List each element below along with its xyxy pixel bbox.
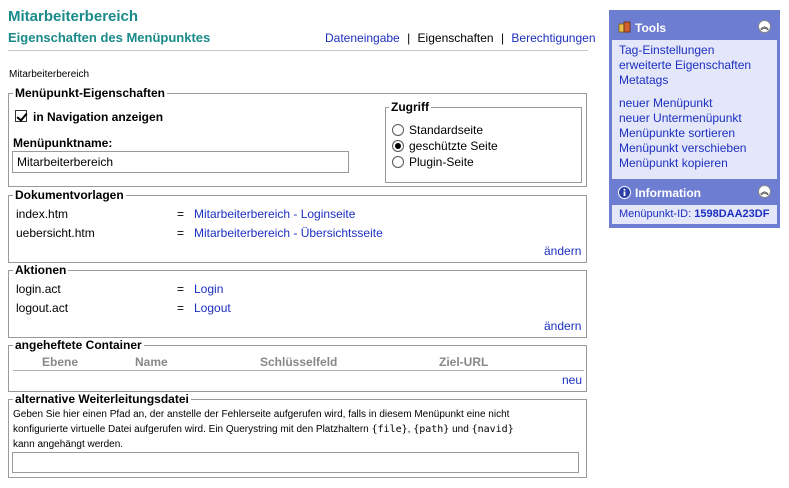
menu-id-label: Menüpunkt-ID: (619, 208, 692, 220)
menu-id-value: 1598DAA23DF (694, 208, 770, 220)
placeholder-navid: {navid} (471, 424, 514, 435)
template-target-link[interactable]: Mitarbeiterbereich - Loginseite (194, 207, 355, 221)
properties-legend: Menüpunkt-Eigenschaften (13, 86, 168, 100)
name-label: Menüpunktname: (13, 136, 113, 150)
actions-edit-link[interactable]: ändern (544, 319, 581, 333)
redirect-input[interactable] (12, 452, 579, 473)
redirect-legend: alternative Weiterleitungsdatei (13, 392, 191, 406)
tool-link[interactable]: neuer Untermenüpunkt (619, 111, 742, 125)
info-panel-header: Information ︽ (612, 180, 777, 205)
nav-separator: | (500, 31, 505, 45)
containers-new-link[interactable]: neu (562, 373, 582, 387)
info-panel: Information ︽ Menüpunkt-ID: 1598DAA23DF (612, 180, 777, 224)
equals-sign: = (177, 226, 185, 240)
tab-dateneingabe[interactable]: Dateneingabe (325, 31, 400, 45)
tool-link[interactable]: Menüpunkt verschieben (619, 141, 746, 155)
equals-sign: = (177, 282, 185, 296)
template-file: uebersicht.htm (16, 226, 95, 240)
action-target-link[interactable]: Logout (194, 301, 231, 315)
nav-separator: | (407, 31, 411, 45)
top-nav: Dateneingabe | Eigenschaften | Berechtig… (325, 31, 596, 45)
redirect-help-line: konfigurierte virtuelle Datei aufgerufen… (13, 424, 514, 435)
redirect-fieldset: alternative Weiterleitungsdatei Geben Si… (8, 392, 587, 478)
properties-fieldset: Menüpunkt-Eigenschaften in Navigation an… (8, 86, 587, 187)
column-header: Ebene (42, 355, 79, 369)
column-header: Schlüsselfeld (260, 355, 338, 369)
equals-sign: = (177, 207, 185, 221)
equals-sign: = (177, 301, 185, 315)
help-text: und (449, 424, 472, 435)
tool-link[interactable]: Metatags (619, 73, 668, 87)
help-text: konfigurierte virtuelle Datei aufgerufen… (13, 424, 372, 435)
radio-standardseite-label: Standardseite (409, 123, 484, 137)
tool-link[interactable]: Tag-Einstellungen (619, 43, 714, 57)
tab-eigenschaften: Eigenschaften (417, 31, 494, 45)
page-title: Mitarbeiterbereich (8, 8, 139, 25)
redirect-help-line: kann angehängt werden. (13, 439, 124, 450)
templates-fieldset: Dokumentvorlagen index.htm = Mitarbeiter… (8, 188, 587, 263)
radio-plugin-seite-label: Plugin-Seite (409, 155, 474, 169)
radio-geschuetzte-seite-label: geschützte Seite (409, 139, 498, 153)
containers-legend: angeheftete Container (13, 338, 144, 352)
tool-link[interactable]: erweiterte Eigenschaften (619, 58, 751, 72)
name-input[interactable]: Mitarbeiterbereich (12, 151, 349, 173)
tools-panel-header: Tools ︽ (612, 15, 777, 40)
column-header: Name (135, 355, 168, 369)
breadcrumb: Mitarbeiterbereich (9, 69, 90, 80)
radio-plugin-seite[interactable] (392, 156, 404, 168)
info-icon (618, 186, 631, 199)
table-divider (13, 370, 584, 371)
containers-fieldset: angeheftete Container Ebene Name Schlüss… (8, 338, 587, 392)
menu-id-row: Menüpunkt-ID: 1598DAA23DF (619, 208, 769, 220)
tool-link[interactable]: Menüpunkte sortieren (619, 126, 735, 140)
action-file: logout.act (16, 301, 69, 315)
actions-legend: Aktionen (13, 263, 69, 277)
access-legend: Zugriff (389, 100, 431, 114)
action-target-link[interactable]: Login (194, 282, 223, 296)
tool-link[interactable]: neuer Menüpunkt (619, 96, 712, 110)
placeholder-path: {path} (413, 424, 450, 435)
tab-berechtigungen[interactable]: Berechtigungen (511, 31, 595, 45)
templates-legend: Dokumentvorlagen (13, 188, 126, 202)
sidebar: Tools ︽ Tag-Einstellungen erweiterte Eig… (609, 10, 780, 228)
column-header: Ziel-URL (439, 355, 489, 369)
header-divider (8, 50, 588, 51)
page-subtitle: Eigenschaften des Menüpunktes (8, 30, 211, 45)
action-file: login.act (16, 282, 61, 296)
info-panel-title: Information (635, 186, 701, 200)
show-in-nav-checkbox[interactable] (15, 110, 27, 122)
collapse-icon[interactable]: ︽ (758, 185, 771, 198)
template-target-link[interactable]: Mitarbeiterbereich - Übersichtsseite (194, 226, 383, 240)
collapse-icon[interactable]: ︽ (758, 20, 771, 33)
placeholder-file: {file} (371, 424, 408, 435)
show-in-nav-label: in Navigation anzeigen (33, 110, 164, 124)
tools-panel: Tools ︽ Tag-Einstellungen erweiterte Eig… (612, 15, 777, 179)
redirect-help-line: Geben Sie hier einen Pfad an, der anstel… (13, 409, 510, 420)
actions-fieldset: Aktionen login.act = Login logout.act = … (8, 263, 587, 338)
access-fieldset: Zugriff Standardseite geschützte Seite P… (385, 100, 582, 183)
template-file: index.htm (16, 207, 69, 221)
radio-standardseite[interactable] (392, 124, 404, 136)
templates-edit-link[interactable]: ändern (544, 244, 581, 258)
tools-icon (618, 21, 631, 33)
tools-panel-title: Tools (635, 21, 667, 35)
radio-geschuetzte-seite[interactable] (392, 140, 404, 152)
tool-link[interactable]: Menüpunkt kopieren (619, 156, 728, 170)
